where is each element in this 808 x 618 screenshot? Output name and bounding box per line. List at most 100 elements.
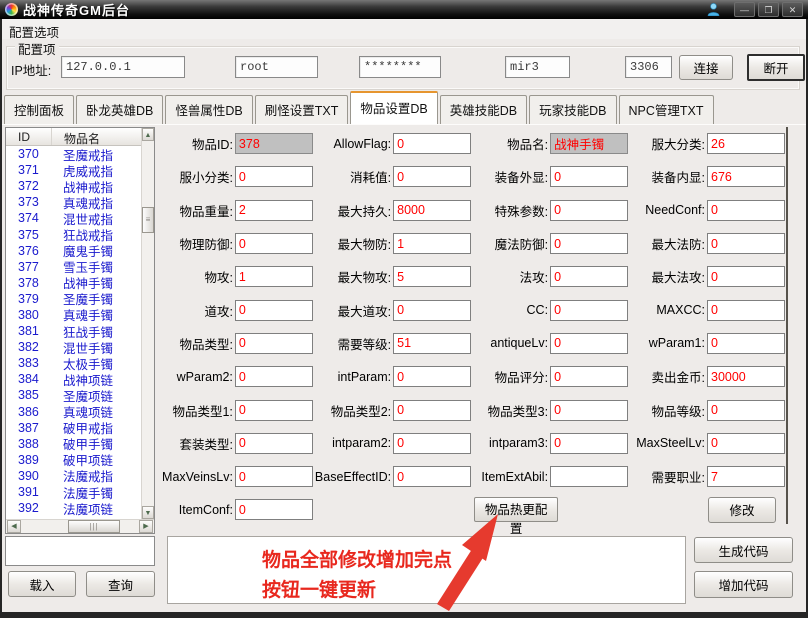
item-type1-field[interactable] <box>235 400 313 421</box>
antique-lv-label: antiqueLv: <box>490 336 548 350</box>
load-button[interactable]: 载入 <box>8 571 76 597</box>
scroll-up-icon[interactable]: ▲ <box>142 128 154 141</box>
int-param2-field[interactable] <box>393 433 471 454</box>
server-major-class-field[interactable] <box>707 133 785 154</box>
connect-button[interactable]: 连接 <box>679 55 733 80</box>
int-param-label: intParam: <box>338 370 392 384</box>
username-input[interactable] <box>235 56 318 78</box>
tab-bar: 控制面板卧龙英雄DB怪兽属性DB刷怪设置TXT物品设置DB英雄技能DB玩家技能D… <box>4 97 716 124</box>
max-cc-field[interactable] <box>707 300 785 321</box>
item-id-cell: 374 <box>6 211 52 225</box>
max-physical-attack-field[interactable] <box>393 266 471 287</box>
equip-inner-display-field[interactable] <box>707 166 785 187</box>
max-magic-attack-field[interactable] <box>707 266 785 287</box>
vertical-scrollbar[interactable]: ▲ ≡ ▼ <box>141 128 154 519</box>
item-id-field[interactable] <box>235 133 313 154</box>
int-param-field[interactable] <box>393 366 471 387</box>
need-profession-field[interactable] <box>707 466 785 487</box>
int-param3-field[interactable] <box>550 433 628 454</box>
scroll-down-icon[interactable]: ▼ <box>142 506 154 519</box>
modify-button[interactable]: 修改 <box>708 497 776 523</box>
item-id-cell: 375 <box>6 228 52 242</box>
max-magic-defense-field[interactable] <box>707 233 785 254</box>
ip-address-input[interactable] <box>61 56 185 78</box>
base-effect-id-field[interactable] <box>393 466 471 487</box>
physical-attack-field[interactable] <box>235 266 313 287</box>
w-param2-field[interactable] <box>235 366 313 387</box>
dao-attack-field[interactable] <box>235 300 313 321</box>
disconnect-button[interactable]: 断开 <box>747 54 805 81</box>
horizontal-scrollbar[interactable]: ◀ ||| ▶ <box>6 519 154 533</box>
vertical-scrollbar-thumb[interactable]: ≡ <box>142 207 154 233</box>
cc-label: CC: <box>527 303 549 317</box>
item-type2-field[interactable] <box>393 400 471 421</box>
physical-defense-field[interactable] <box>235 233 313 254</box>
item-type-field[interactable] <box>235 333 313 354</box>
tab-npc-manage-txt[interactable]: NPC管理TXT <box>619 95 714 124</box>
server-minor-class-field[interactable] <box>235 166 313 187</box>
physical-attack-label: 物攻: <box>204 267 232 286</box>
item-score-field[interactable] <box>550 366 628 387</box>
tab-wolong-hero-db[interactable]: 卧龙英雄DB <box>76 95 163 124</box>
max-veins-lv-field[interactable] <box>235 466 313 487</box>
max-dao-attack-field[interactable] <box>393 300 471 321</box>
server-minor-class-label: 服小分类: <box>179 167 232 186</box>
search-input[interactable] <box>5 536 155 566</box>
equip-outer-display-field[interactable] <box>550 166 628 187</box>
need-level-field[interactable] <box>393 333 471 354</box>
item-id-cell: 390 <box>6 469 52 483</box>
suit-type-field[interactable] <box>235 433 313 454</box>
max-physical-defense-field[interactable] <box>393 233 471 254</box>
tab-control-panel[interactable]: 控制面板 <box>4 95 74 124</box>
item-conf-label: ItemConf: <box>179 503 233 517</box>
item-id-cell: 380 <box>6 308 52 322</box>
close-button[interactable]: ✕ <box>782 2 803 17</box>
query-button[interactable]: 查询 <box>86 571 155 597</box>
max-durability-field[interactable] <box>393 200 471 221</box>
max-physical-attack-label: 最大物攻: <box>338 267 391 286</box>
item-id-cell: 371 <box>6 163 52 177</box>
tab-item-config-db[interactable]: 物品设置DB <box>350 91 437 124</box>
horizontal-scrollbar-thumb[interactable]: ||| <box>68 520 120 533</box>
antique-lv-field[interactable] <box>550 333 628 354</box>
magic-attack-field[interactable] <box>550 266 628 287</box>
max-steel-lv-field[interactable] <box>707 433 785 454</box>
list-header-item-name[interactable]: 物品名 <box>52 128 100 145</box>
item-id-cell: 381 <box>6 324 52 338</box>
w-param1-field[interactable] <box>707 333 785 354</box>
database-input[interactable] <box>505 56 570 78</box>
menu-bar: 配置选项 <box>2 19 806 39</box>
item-ext-abil-label: ItemExtAbil: <box>481 470 548 484</box>
add-code-button[interactable]: 增加代码 <box>694 571 793 598</box>
tab-spawn-config-txt[interactable]: 刷怪设置TXT <box>255 95 349 124</box>
scroll-left-icon[interactable]: ◀ <box>7 520 21 533</box>
port-input[interactable] <box>625 56 672 78</box>
generate-code-button[interactable]: 生成代码 <box>694 537 793 563</box>
need-conf-field[interactable] <box>707 200 785 221</box>
allow-flag-field[interactable] <box>393 133 471 154</box>
maximize-button[interactable]: ❐ <box>758 2 779 17</box>
item-grade-field[interactable] <box>707 400 785 421</box>
equip-inner-display-label: 装备内显: <box>652 167 705 186</box>
item-type3-field[interactable] <box>550 400 628 421</box>
special-param-field[interactable] <box>550 200 628 221</box>
item-ext-abil-field[interactable] <box>550 466 628 487</box>
item-hot-update-button[interactable]: 物品热更配置 <box>474 497 558 522</box>
tab-monster-attr-db[interactable]: 怪兽属性DB <box>165 95 252 124</box>
item-weight-field[interactable] <box>235 200 313 221</box>
item-name-field[interactable] <box>550 133 628 154</box>
tab-player-skill-db[interactable]: 玩家技能DB <box>529 95 616 124</box>
scroll-right-icon[interactable]: ▶ <box>139 520 153 533</box>
tab-hero-skill-db[interactable]: 英雄技能DB <box>440 95 527 124</box>
item-id-cell: 379 <box>6 292 52 306</box>
sell-gold-label: 卖出金币: <box>652 367 705 386</box>
max-physical-defense-label: 最大物防: <box>338 234 391 253</box>
minimize-button[interactable]: — <box>734 2 755 17</box>
magic-defense-field[interactable] <box>550 233 628 254</box>
item-conf-field[interactable] <box>235 499 313 520</box>
cc-field[interactable] <box>550 300 628 321</box>
consume-value-field[interactable] <box>393 166 471 187</box>
password-input[interactable] <box>359 56 441 78</box>
list-header-id[interactable]: ID <box>6 128 52 145</box>
sell-gold-field[interactable] <box>707 366 785 387</box>
